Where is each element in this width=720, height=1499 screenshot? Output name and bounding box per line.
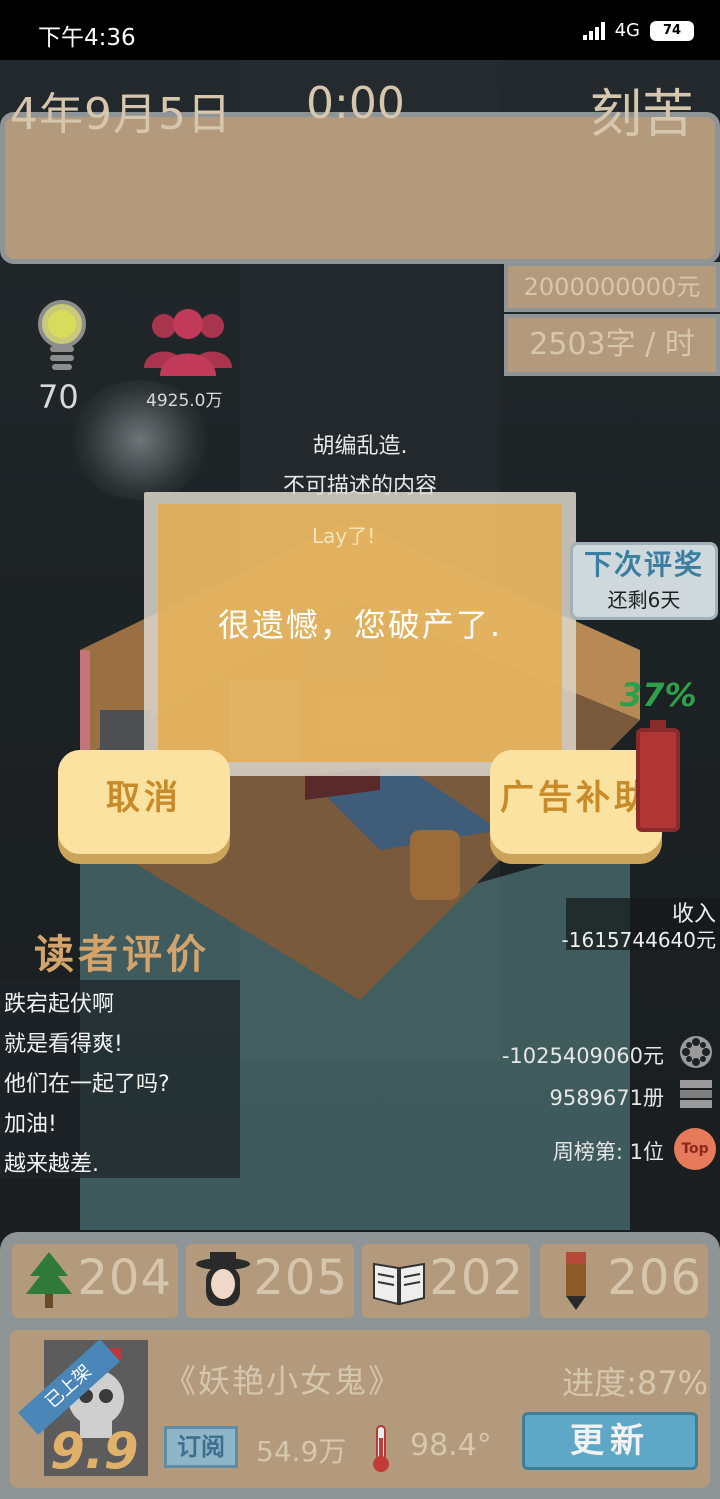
attribute-value: 205 (253, 1250, 348, 1306)
book-score: 9.9 (50, 1422, 139, 1480)
game-date: 4年9月5日 (10, 89, 232, 140)
bankrupt-dialog: Lay了! 很遗憾，您破产了. (144, 492, 576, 776)
review-item: 加油! (4, 1112, 57, 1137)
mood-status: 刻苦 (589, 85, 694, 145)
dialog-message: 很遗憾，您破产了. (217, 606, 503, 644)
signal-icon (582, 21, 605, 40)
attribute-cell[interactable]: 202 (362, 1244, 530, 1318)
energy-percent: 37% (620, 676, 697, 714)
income-value: -1615744640元 (561, 928, 716, 952)
fans-value: 4925.0万 (146, 391, 223, 411)
dialog-body: Lay了! 很遗憾，您破产了. (158, 504, 562, 762)
energy-battery-icon (636, 720, 680, 832)
book-stack-icon (680, 1080, 712, 1108)
status-bar: 下午4:36 4G 74 (0, 0, 720, 60)
cancel-button[interactable]: 取消 (58, 750, 230, 854)
rank-value: 周榜第: 1位 (552, 1140, 664, 1164)
money-display: 2000000000元 (504, 262, 720, 312)
subscribe-badge: 订阅 (164, 1426, 238, 1468)
cost-value: -1025409060元 (501, 1044, 664, 1068)
award-title: 下次评奖 (583, 548, 704, 581)
lightbulb-icon[interactable] (36, 300, 88, 380)
attribute-cell[interactable]: 205 (186, 1244, 354, 1318)
pencil-icon (566, 1252, 586, 1310)
review-item: 跌宕起伏啊 (4, 992, 115, 1017)
attribute-cell[interactable]: 206 (540, 1244, 708, 1318)
inspiration-value: 70 (38, 378, 79, 416)
game-clock: 0:00 (306, 78, 405, 129)
battery-icon: 74 (650, 20, 694, 41)
copies-value: 9589671册 (549, 1086, 664, 1110)
thermometer-icon (373, 1425, 389, 1472)
top-badge-icon[interactable]: Top (674, 1128, 716, 1170)
attribute-value: 206 (607, 1250, 702, 1306)
status-icons: 4G 74 (582, 20, 694, 41)
next-award-panel[interactable]: 下次评奖 还剩6天 (570, 542, 718, 620)
update-button[interactable]: 更新 (522, 1412, 698, 1470)
attribute-value: 202 (429, 1250, 524, 1306)
writing-speed: 2503字 / 时 (504, 314, 720, 376)
tree-icon (26, 1252, 72, 1308)
award-remaining: 还剩6天 (607, 588, 681, 612)
review-item: 他们在一起了吗? (4, 1072, 170, 1097)
tag-line-1: 胡编乱造. (312, 434, 408, 459)
dialog-subtext: Lay了! (312, 524, 376, 548)
film-reel-icon (680, 1036, 712, 1068)
review-item: 越来越差. (4, 1152, 99, 1177)
fans-icon[interactable] (142, 306, 234, 378)
attribute-cell[interactable]: 204 (12, 1244, 178, 1318)
character-icon (196, 1252, 250, 1306)
subscribers-value: 54.9万 (256, 1435, 347, 1468)
reviews-title: 读者评价 (34, 932, 210, 978)
review-item: 就是看得爽! (4, 1032, 123, 1057)
heat-value: 98.4° (410, 1428, 492, 1463)
book-title: 《妖艳小女鬼》 (164, 1362, 403, 1400)
book-icon (373, 1262, 425, 1306)
status-time: 下午4:36 (38, 25, 136, 51)
attribute-value: 204 (77, 1250, 172, 1306)
book-progress: 进度:87% (562, 1364, 708, 1402)
network-label: 4G (614, 20, 640, 41)
